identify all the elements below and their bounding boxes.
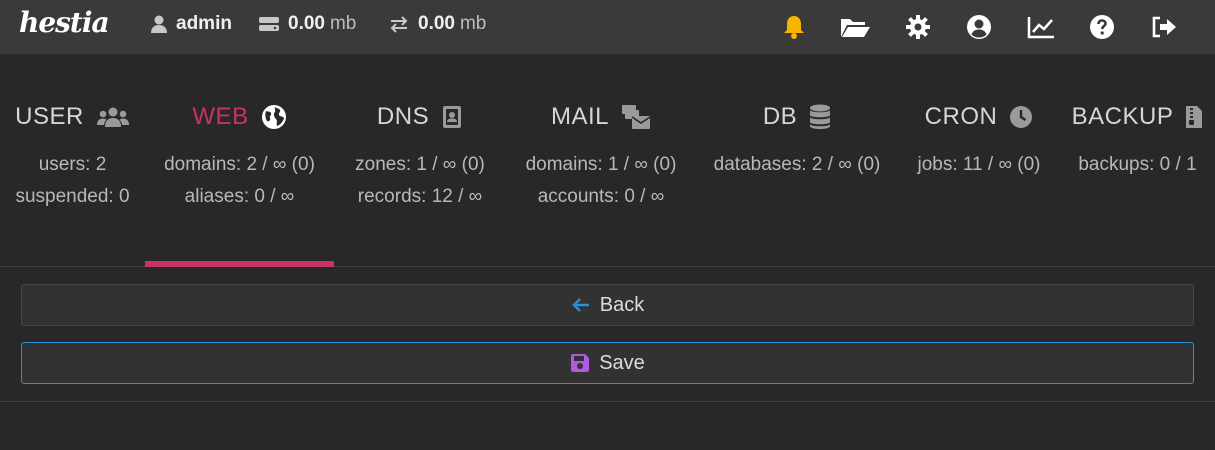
globe-icon (261, 105, 286, 129)
tab-web-header: WEB (145, 103, 334, 131)
bell-icon (784, 16, 804, 39)
tab-mail-header: MAIL (506, 103, 696, 131)
tab-cron-header: CRON (898, 103, 1060, 131)
exchange-icon (390, 16, 408, 33)
tab-dns-records: records: 12 / ∞ (357, 186, 483, 207)
top-bar: hestia admin 0.00 mb 0.00 mb (0, 0, 1215, 55)
help-icon (1090, 15, 1114, 39)
tab-cron-jobs: jobs: 11 / ∞ (0) (917, 154, 1041, 175)
tab-mail-label: MAIL (550, 103, 609, 130)
disk-unit: mb (329, 13, 357, 34)
tab-user-header: USER (0, 103, 145, 131)
tab-dns[interactable]: DNS zones: 1 / ∞ (0) records: 12 / ∞ (334, 55, 506, 267)
file-manager-button[interactable] (839, 11, 871, 43)
tab-dns-zones: zones: 1 / ∞ (0) (355, 154, 485, 175)
folder-open-icon (841, 19, 870, 37)
statistics-button[interactable] (1025, 11, 1057, 43)
tab-backup-backups: backups: 0 / 1 (1078, 154, 1197, 175)
footer-divider (0, 401, 1215, 402)
tab-web-aliases: aliases: 0 / ∞ (184, 186, 295, 207)
back-button-label: Back (599, 293, 645, 316)
file-archive-icon (1186, 106, 1203, 128)
account-button[interactable] (963, 11, 995, 43)
active-tab-indicator (145, 261, 334, 267)
notifications-button[interactable] (778, 11, 810, 43)
tab-db-header: DB (696, 103, 898, 131)
tab-user-label: USER (15, 103, 84, 130)
tab-backup[interactable]: BACKUP backups: 0 / 1 (1060, 55, 1215, 267)
tab-backup-header: BACKUP (1060, 103, 1215, 131)
tab-cron[interactable]: CRON jobs: 11 / ∞ (0) (898, 55, 1060, 267)
disk-usage: 0.00 mb (258, 13, 356, 35)
mail-bulk-icon (622, 105, 651, 129)
tab-dns-label: DNS (376, 103, 430, 130)
users-icon (96, 107, 129, 127)
logout-button[interactable] (1148, 11, 1180, 43)
tab-user-suspended: suspended: 0 (15, 186, 130, 207)
chart-line-icon (1027, 17, 1054, 39)
clock-icon (1010, 106, 1033, 128)
tab-backup-label: BACKUP (1071, 103, 1174, 130)
tab-dns-header: DNS (334, 103, 506, 131)
user-icon (151, 15, 167, 33)
hestia-logo[interactable]: hestia (19, 6, 110, 39)
username: admin (176, 13, 232, 34)
database-icon (810, 104, 831, 129)
back-button[interactable]: Back (21, 284, 1194, 326)
tab-db-label: DB (762, 103, 798, 130)
tab-web-label: WEB (192, 103, 249, 130)
address-book-icon (443, 106, 462, 128)
bandwidth-usage: 0.00 mb (388, 13, 486, 35)
arrow-left-icon (572, 298, 589, 312)
gear-icon (906, 15, 930, 39)
save-button[interactable]: Save (21, 342, 1194, 384)
disk-value: 0.00 (288, 13, 325, 34)
save-button-label: Save (599, 351, 645, 374)
tab-user-users: users: 2 (38, 154, 107, 175)
floppy-disk-icon (571, 354, 590, 372)
help-button[interactable] (1086, 11, 1118, 43)
tab-cron-label: CRON (924, 103, 998, 130)
server-settings-button[interactable] (902, 11, 934, 43)
hdd-icon (259, 17, 279, 31)
bandwidth-unit: mb (459, 13, 487, 34)
bandwidth-value: 0.00 (418, 13, 455, 34)
stats-tabs: USER users: 2 suspended: 0 WEB domains: … (0, 55, 1215, 267)
tab-db[interactable]: DB databases: 2 / ∞ (0) (696, 55, 898, 267)
tab-web[interactable]: WEB domains: 2 / ∞ (0) aliases: 0 / ∞ (145, 55, 334, 267)
user-circle-icon (967, 15, 991, 39)
tab-web-domains: domains: 2 / ∞ (0) (164, 154, 315, 175)
logout-icon (1152, 16, 1176, 38)
tab-mail-accounts: accounts: 0 / ∞ (537, 186, 665, 207)
user-indicator[interactable]: admin (150, 13, 237, 35)
tab-user[interactable]: USER users: 2 suspended: 0 (0, 55, 145, 267)
tab-mail[interactable]: MAIL domains: 1 / ∞ (0) accounts: 0 / ∞ (506, 55, 696, 267)
tab-db-databases: databases: 2 / ∞ (0) (713, 154, 881, 175)
tab-mail-domains: domains: 1 / ∞ (0) (525, 154, 677, 175)
